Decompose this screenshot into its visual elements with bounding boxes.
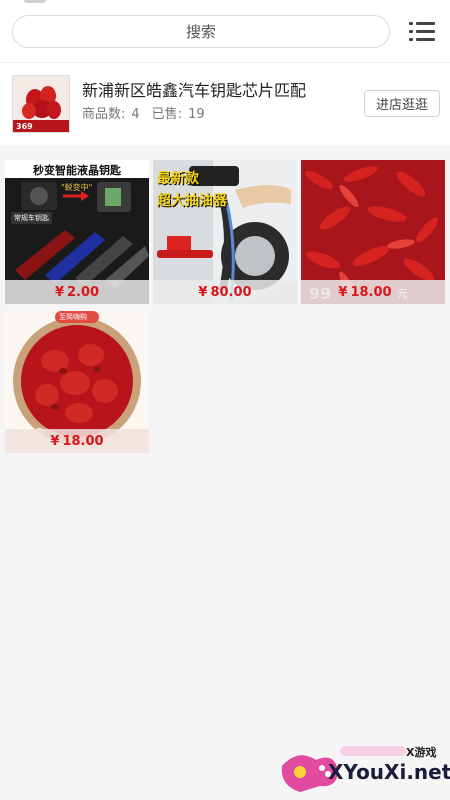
product-card[interactable]: 99 ¥ 18.00 元 xyxy=(301,160,445,304)
goods-count: 4 xyxy=(131,107,140,122)
product-subtext: "蜕变中" xyxy=(61,183,93,192)
currency-symbol: ¥ xyxy=(50,433,60,449)
top-bar: 搜索 xyxy=(0,0,450,62)
product-card[interactable]: 最新款 超大抽油器 ¥ 80.00 xyxy=(153,160,297,304)
watermark-logo: X游戏 XYouXi.net xyxy=(278,742,450,796)
currency-symbol: ¥ xyxy=(54,284,64,300)
shop-avatar: 369 xyxy=(12,75,70,133)
product-card[interactable]: 至简嗨购 369 ¥ 18.00 xyxy=(5,309,149,453)
product-subtitle: 超大抽油器 xyxy=(157,193,227,209)
product-title: 最新款 xyxy=(157,171,199,187)
watermark-tag: X游戏 xyxy=(406,746,437,759)
price-value: 80.00 xyxy=(210,284,252,300)
currency-symbol: ¥ xyxy=(338,284,348,300)
product-card[interactable]: 秒变智能液晶钥匙 "蜕变中" 常规车钥匙 ¥ 2.00 xyxy=(5,160,149,304)
product-caption: 常规车钥匙 xyxy=(11,212,52,224)
search-input[interactable]: 搜索 xyxy=(12,15,390,48)
shop-name: 新浦新区皓鑫汽车钥匙芯片匹配 xyxy=(82,81,307,100)
price-value: 18.00 xyxy=(350,284,392,300)
price-value: 18.00 xyxy=(62,433,104,449)
sold-label: 已售: xyxy=(151,107,183,122)
search-placeholder: 搜索 xyxy=(185,23,216,41)
price-label: ¥ 2.00 xyxy=(5,280,149,304)
product-tag: 至简嗨购 xyxy=(59,313,87,321)
shop-stats: 商品数: 4 已售: 19 xyxy=(82,103,211,122)
price-label: ¥ 80.00 xyxy=(153,280,297,304)
price-value: 2.00 xyxy=(66,284,100,300)
price-suffix: 元 xyxy=(397,288,408,300)
goods-count-label: 商品数: xyxy=(82,107,126,122)
list-menu-icon[interactable] xyxy=(408,19,436,45)
watermark-brand: XYouXi.net xyxy=(328,760,450,784)
price-label: ¥ 18.00 xyxy=(5,429,149,453)
status-indicator xyxy=(24,0,46,3)
currency-symbol: ¥ xyxy=(198,284,208,300)
visit-shop-button[interactable]: 进店逛逛 xyxy=(364,90,440,117)
price-label: ¥ 18.00 元 xyxy=(301,280,445,304)
product-title: 秒变智能液晶钥匙 xyxy=(33,164,121,177)
shop-thumb-badge: 369 xyxy=(16,122,33,131)
sold-count: 19 xyxy=(188,107,205,122)
